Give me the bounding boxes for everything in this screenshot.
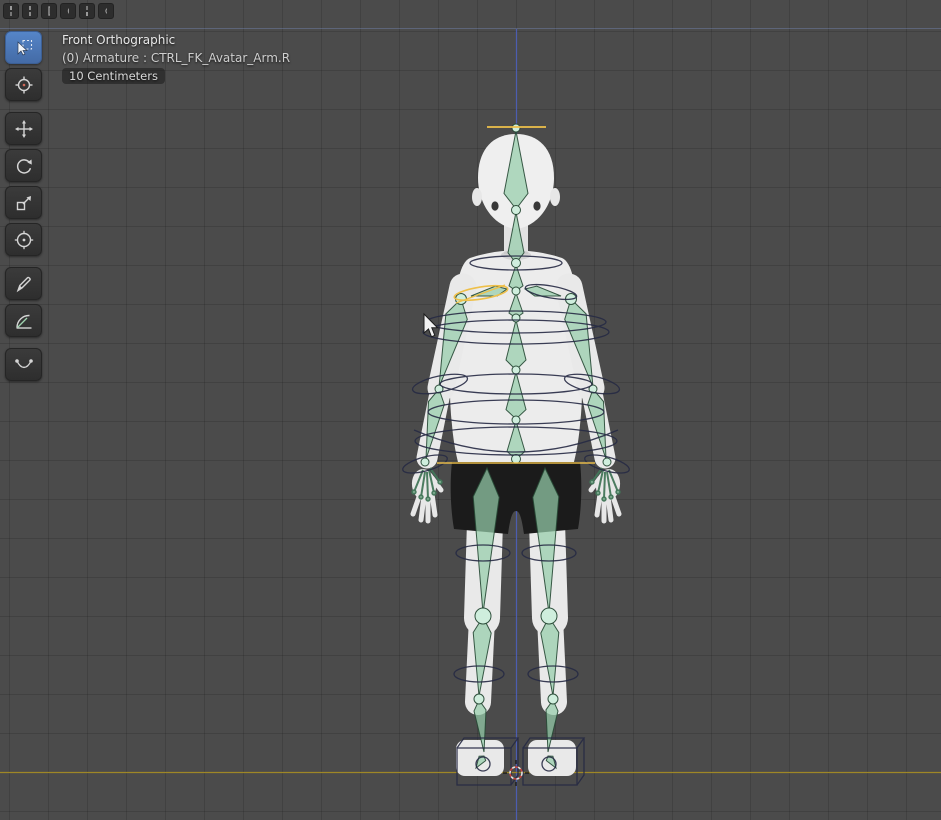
- tool-scale[interactable]: [5, 186, 42, 219]
- scene-canvas[interactable]: [0, 0, 941, 820]
- cursor-arrow-icon: [14, 38, 34, 58]
- view-name-overlay: Front Orthographic: [62, 33, 175, 47]
- viewport-header-icons: [3, 3, 114, 19]
- ear-right: [550, 188, 560, 206]
- tool-tweak-select[interactable]: [5, 31, 42, 64]
- pivot-icon[interactable]: [60, 3, 76, 19]
- curve-endpoints-icon: [14, 355, 34, 375]
- eye-right: [533, 201, 540, 210]
- protractor-icon: [14, 311, 34, 331]
- toolbar: [5, 31, 42, 381]
- tool-rotate[interactable]: [5, 149, 42, 182]
- snap-icon[interactable]: [41, 3, 57, 19]
- pen-icon: [14, 274, 34, 294]
- scale-icon: [14, 193, 34, 213]
- tool-transform[interactable]: [5, 223, 42, 256]
- rotate-arrow-icon: [14, 156, 34, 176]
- mode-icon[interactable]: [22, 3, 38, 19]
- tool-move[interactable]: [5, 112, 42, 145]
- move-arrows-icon: [14, 119, 34, 139]
- proportional-icon[interactable]: [79, 3, 95, 19]
- eye-left: [491, 201, 498, 210]
- blender-3d-viewport[interactable]: Front Orthographic (0) Armature : CTRL_F…: [0, 0, 941, 820]
- editor-type-icon[interactable]: [3, 3, 19, 19]
- overlays-icon[interactable]: [98, 3, 114, 19]
- grid-scale-pill: 10 Centimeters: [62, 68, 165, 84]
- transform-gizmo-icon: [14, 230, 34, 250]
- crosshair-circle-icon: [14, 75, 34, 95]
- grid-scale-overlay: 10 Centimeters: [62, 68, 165, 84]
- tool-measure[interactable]: [5, 304, 42, 337]
- ear-left: [472, 188, 482, 206]
- tool-cursor[interactable]: [5, 68, 42, 101]
- tool-annotate[interactable]: [5, 267, 42, 300]
- tool-pose-breakdowner[interactable]: [5, 348, 42, 381]
- active-object-overlay: (0) Armature : CTRL_FK_Avatar_Arm.R: [62, 51, 290, 65]
